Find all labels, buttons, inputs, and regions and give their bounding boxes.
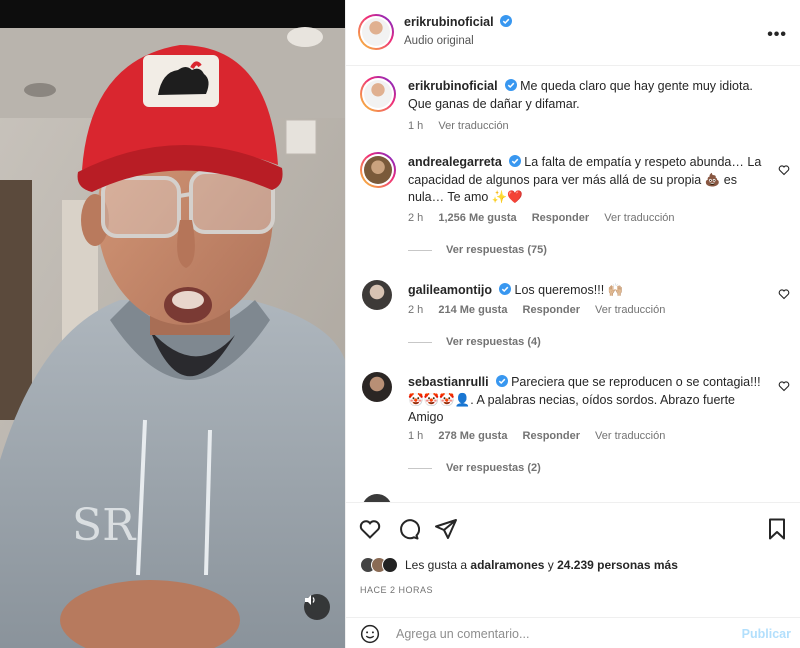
reply-link[interactable]: Responder bbox=[523, 430, 580, 442]
video-frame-illustration: SR bbox=[0, 0, 345, 648]
verified-badge-icon bbox=[504, 79, 517, 91]
comment-likes[interactable]: 1,256 Me gusta bbox=[438, 212, 516, 224]
comment-composer: Agrega un comentario... Publicar bbox=[346, 617, 800, 648]
speaker-icon bbox=[305, 595, 315, 605]
caption-comment: erikrubinoficial Me queda claro que hay … bbox=[360, 74, 790, 144]
likes-prefix: Les gusta a bbox=[405, 558, 468, 572]
comment-meta: 1 h Ver traducción bbox=[408, 120, 521, 132]
translate-link[interactable]: Ver traducción bbox=[595, 304, 665, 316]
verified-badge-icon bbox=[499, 283, 512, 295]
svg-text:SR: SR bbox=[72, 500, 137, 551]
commenter-avatar[interactable] bbox=[362, 494, 392, 502]
commenter-avatar[interactable] bbox=[362, 372, 392, 402]
reply-link[interactable]: Responder bbox=[532, 212, 589, 224]
translate-link[interactable]: Ver traducción bbox=[595, 430, 665, 442]
audio-label[interactable]: Audio original bbox=[404, 35, 474, 47]
comment-username[interactable]: sebastianrulli bbox=[408, 375, 489, 389]
commenter-avatar[interactable] bbox=[362, 280, 392, 310]
post-actions: Les gusta a adalramones y 24.239 persona… bbox=[346, 502, 800, 617]
comment-time: 2 h bbox=[408, 304, 424, 316]
comment-text-block: sebastianrulli Pareciera que se reproduc… bbox=[408, 374, 770, 427]
author-avatar[interactable] bbox=[358, 14, 394, 50]
liker-username[interactable]: adalramones bbox=[470, 558, 544, 572]
save-bookmark-icon[interactable] bbox=[765, 517, 789, 541]
post-header: erikrubinoficial Audio original ••• bbox=[346, 0, 800, 66]
comment-username[interactable]: andrealegarreta bbox=[408, 155, 502, 169]
share-send-icon[interactable] bbox=[434, 517, 458, 541]
comment-time: 2 h bbox=[408, 212, 424, 224]
translate-link[interactable]: Ver traducción bbox=[438, 120, 508, 132]
comment-time: 1 h bbox=[408, 430, 424, 442]
audio-toggle-button[interactable] bbox=[304, 594, 330, 620]
comment-username[interactable]: erikrubinoficial bbox=[408, 79, 498, 93]
comment-text-block: erikrubinoficial Me queda claro que hay … bbox=[408, 78, 770, 113]
comment-meta: 2 h 214 Me gusta Responder Ver traducció… bbox=[408, 304, 677, 316]
comment-text: Los queremos!!! 🙌🏼 bbox=[514, 283, 624, 297]
comment-likes[interactable]: 278 Me gusta bbox=[438, 430, 507, 442]
comment-bubble-icon[interactable] bbox=[396, 517, 420, 541]
author-username[interactable]: erikrubinoficial bbox=[404, 15, 494, 29]
post-time-ago[interactable]: HACE 2 HORAS bbox=[360, 585, 433, 595]
comment-username[interactable]: galileamontijo bbox=[408, 283, 492, 297]
likes-text: Les gusta a adalramones y 24.239 persona… bbox=[405, 558, 678, 572]
like-comment-heart-icon[interactable] bbox=[778, 380, 790, 392]
comment-item: sebastianrulli Pareciera que se reproduc… bbox=[360, 370, 790, 480]
like-comment-heart-icon[interactable] bbox=[778, 164, 790, 176]
comment-meta: 1 h 278 Me gusta Responder Ver traducció… bbox=[408, 430, 677, 442]
comment-text-block: galileamontijo Los queremos!!! 🙌🏼 bbox=[408, 282, 770, 300]
comment-meta: 2 h 1,256 Me gusta Responder Ver traducc… bbox=[408, 212, 687, 224]
emoji-icon[interactable] bbox=[360, 624, 380, 644]
likes-summary[interactable]: Les gusta a adalramones y 24.239 persona… bbox=[360, 554, 678, 576]
comment-time: 1 h bbox=[408, 120, 424, 132]
verified-badge-icon bbox=[508, 155, 521, 167]
view-replies-link[interactable]: Ver respuestas (75) bbox=[408, 244, 547, 256]
liker-avatar bbox=[382, 557, 398, 573]
view-replies-link[interactable]: Ver respuestas (4) bbox=[408, 336, 541, 348]
reply-link[interactable]: Responder bbox=[523, 304, 580, 316]
reel-video[interactable]: SR bbox=[0, 0, 345, 648]
verified-badge-icon bbox=[499, 15, 512, 27]
comment-item: galileamontijo Los queremos!!! 🙌🏼 2 h 21… bbox=[360, 278, 790, 350]
author-info: erikrubinoficial bbox=[404, 15, 512, 29]
comment-likes[interactable]: 214 Me gusta bbox=[438, 304, 507, 316]
more-options-icon[interactable]: ••• bbox=[767, 26, 787, 44]
commenter-avatar[interactable] bbox=[360, 76, 396, 112]
verified-badge-icon bbox=[495, 375, 508, 387]
comment-input[interactable]: Agrega un comentario... bbox=[396, 627, 529, 641]
commenter-avatar[interactable] bbox=[360, 152, 396, 188]
likes-count[interactable]: 24.239 personas más bbox=[557, 558, 678, 572]
post-details-panel: erikrubinoficial Audio original ••• erik… bbox=[345, 0, 800, 648]
like-comment-heart-icon[interactable] bbox=[778, 288, 790, 300]
translate-link[interactable]: Ver traducción bbox=[604, 212, 674, 224]
comments-list: erikrubinoficial Me queda claro que hay … bbox=[346, 66, 800, 502]
publish-button[interactable]: Publicar bbox=[742, 627, 791, 641]
comment-text-block: andrealegarreta La falta de empatía y re… bbox=[408, 154, 770, 207]
likes-connector: y bbox=[547, 558, 554, 572]
like-heart-icon[interactable] bbox=[358, 517, 382, 541]
comment-item: andrealegarreta La falta de empatía y re… bbox=[360, 150, 790, 260]
view-replies-link[interactable]: Ver respuestas (2) bbox=[408, 462, 541, 474]
